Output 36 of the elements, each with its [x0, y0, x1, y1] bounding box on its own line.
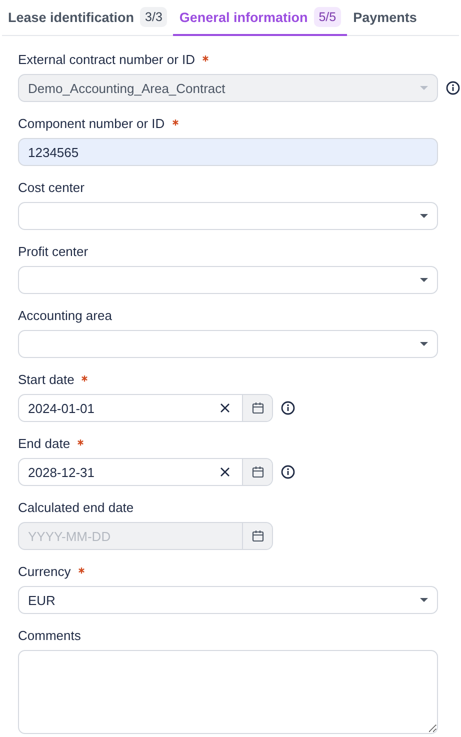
field-label: Start date	[18, 372, 74, 387]
field-label: External contract number or ID	[18, 52, 196, 67]
clear-icon[interactable]	[220, 467, 230, 477]
info-icon[interactable]	[281, 465, 295, 479]
calendar-icon	[252, 402, 264, 414]
caret-icon	[420, 86, 428, 90]
tab[interactable]: General information 5/5	[173, 0, 348, 36]
field-label: End date	[18, 436, 70, 451]
calendar-icon	[252, 530, 264, 542]
input-field[interactable]: 1234565	[18, 138, 438, 166]
caret-icon	[420, 278, 428, 282]
select-field[interactable]	[18, 330, 438, 358]
tab[interactable]: Payments	[347, 0, 423, 36]
date-field[interactable]: 2024-01-01	[18, 394, 273, 422]
count-badge: 3/3	[140, 7, 168, 27]
field-label: Calculated end date	[18, 500, 134, 515]
field-label: Cost center	[18, 180, 84, 195]
field-label: Comments	[18, 628, 81, 643]
calendar-button[interactable]	[242, 459, 272, 485]
caret-icon	[420, 214, 428, 218]
select-field[interactable]	[18, 266, 438, 294]
field-label: Currency	[18, 564, 71, 579]
date-field[interactable]: 2028-12-31	[18, 458, 273, 486]
field-label: Profit center	[18, 244, 88, 259]
field-label: Accounting area	[18, 308, 112, 323]
caret-icon	[420, 342, 428, 346]
select-field[interactable]: EUR	[18, 586, 438, 614]
select-field[interactable]	[18, 202, 438, 230]
calendar-button[interactable]	[242, 395, 272, 421]
tab[interactable]: Lease identification 3/3	[2, 0, 174, 36]
count-badge: 5/5	[314, 7, 342, 27]
field-label: Component number or ID	[18, 116, 165, 131]
caret-icon	[420, 598, 428, 602]
clear-icon[interactable]	[220, 403, 230, 413]
calendar-icon	[252, 466, 264, 478]
info-icon[interactable]	[281, 401, 295, 415]
